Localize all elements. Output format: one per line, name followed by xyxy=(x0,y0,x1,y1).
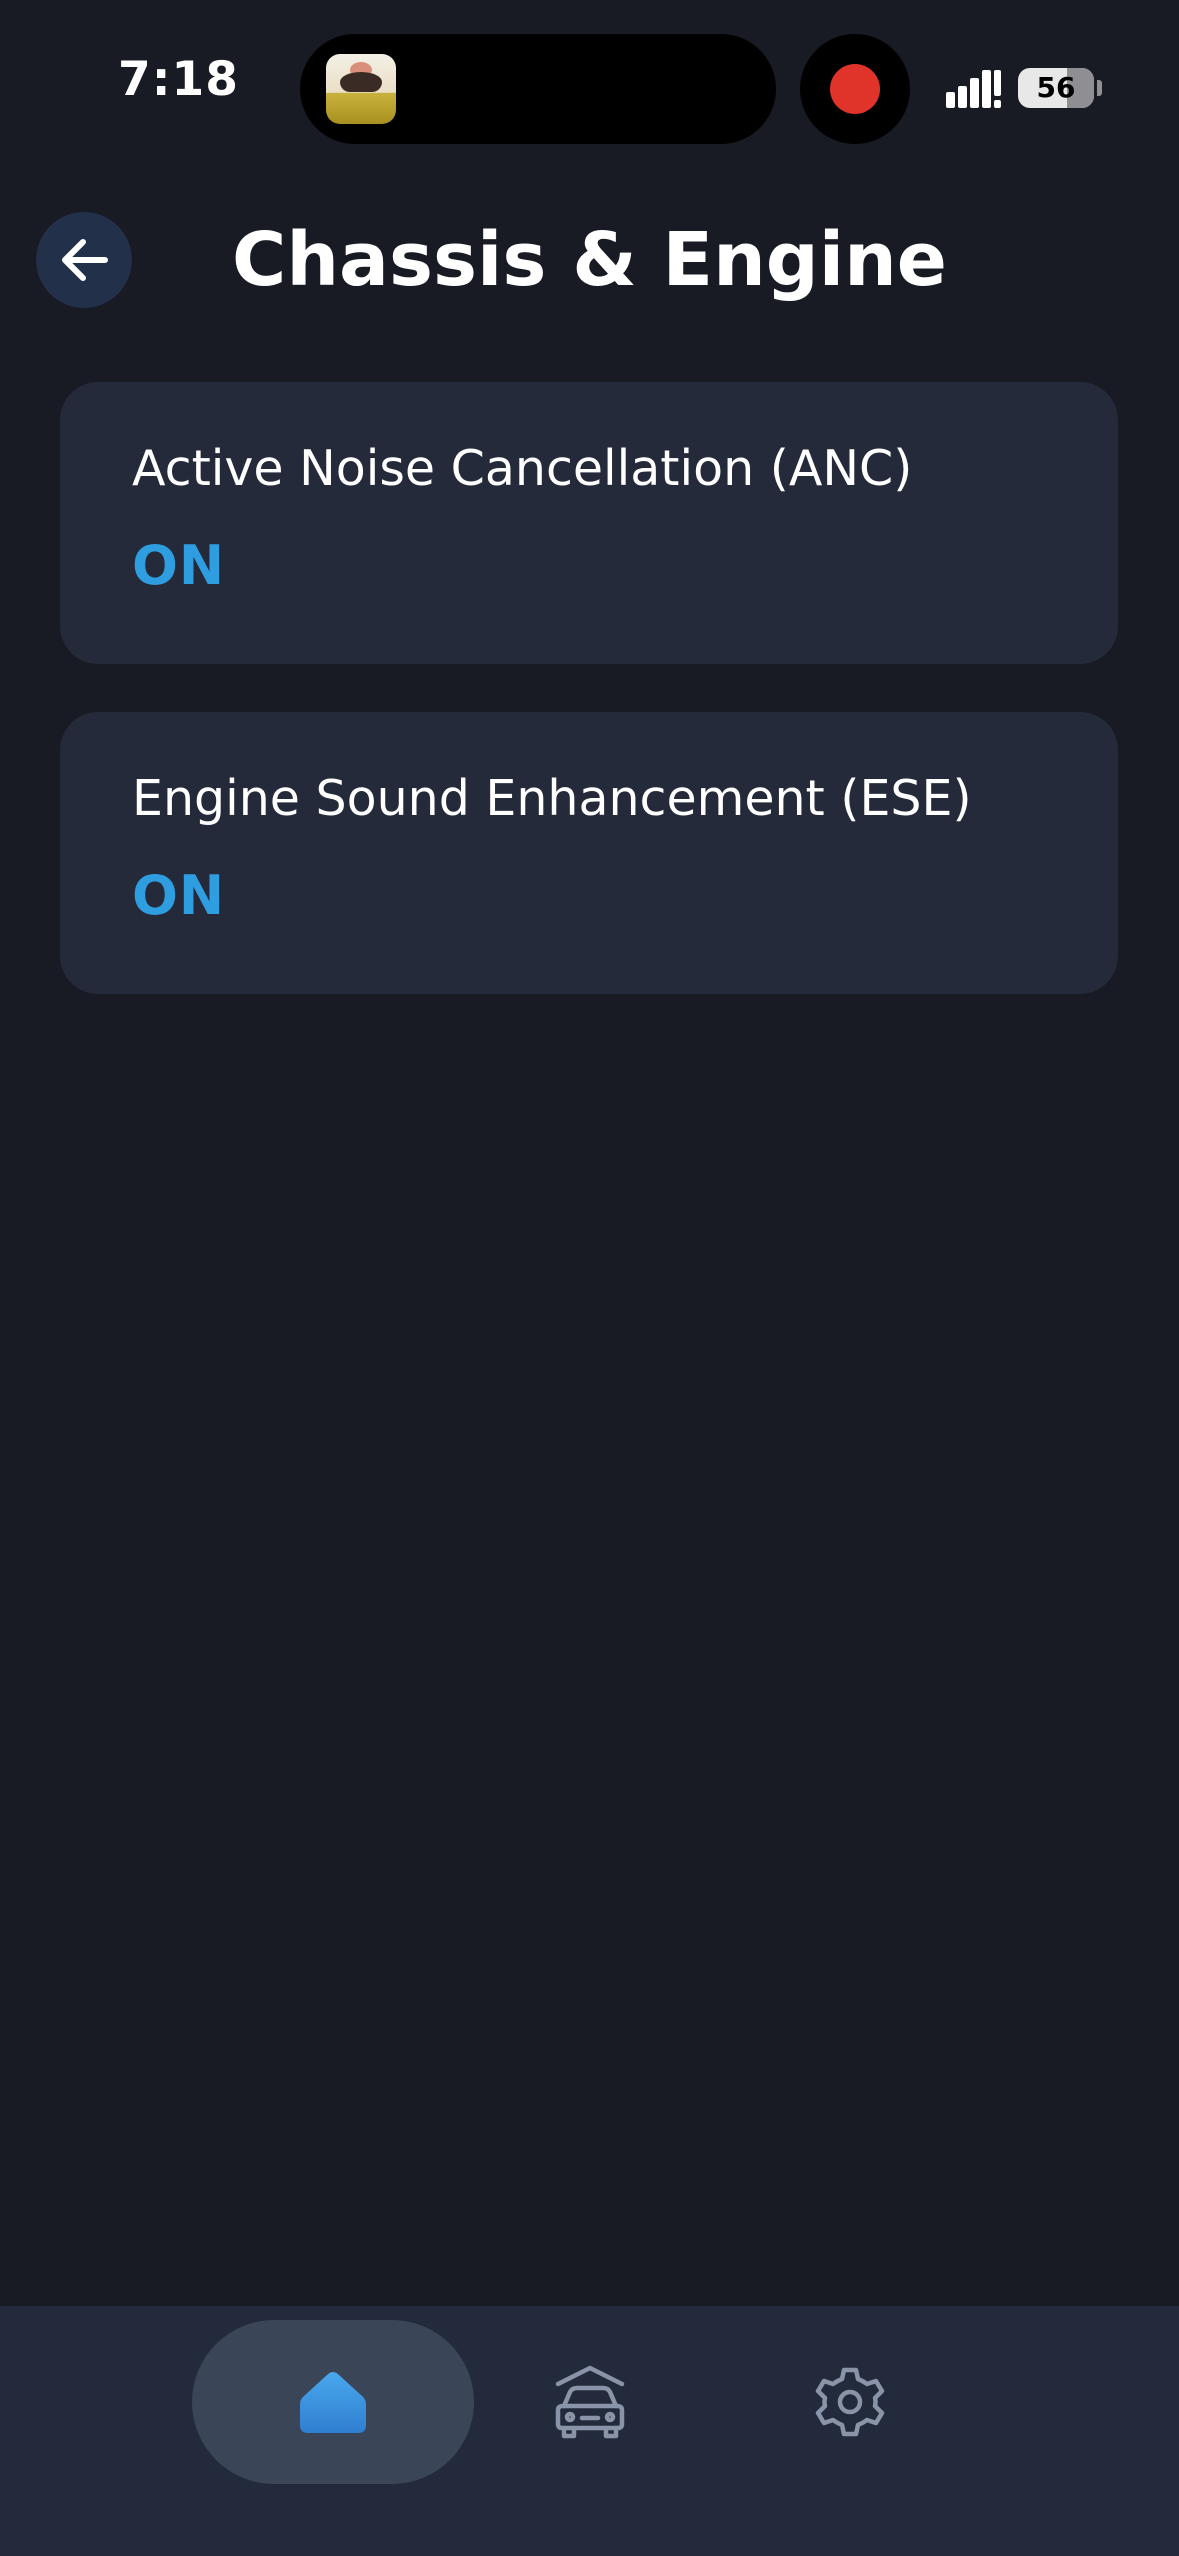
car-icon xyxy=(555,2365,625,2439)
live-activity-thumbnail xyxy=(326,54,396,124)
signal-bars-icon xyxy=(946,70,1001,108)
battery-tip xyxy=(1097,80,1102,96)
setting-label: Engine Sound Enhancement (ESE) xyxy=(132,770,972,827)
bottom-navigation-bar xyxy=(0,2306,1179,2556)
battery-percent: 56 xyxy=(1036,71,1076,104)
setting-status-value: ON xyxy=(132,864,226,927)
arrow-left-icon xyxy=(62,239,108,281)
setting-card-anc[interactable]: Active Noise Cancellation (ANC) ON xyxy=(60,382,1118,664)
page-title: Chassis & Engine xyxy=(232,217,947,303)
nav-settings-button[interactable] xyxy=(780,2320,920,2484)
setting-label: Active Noise Cancellation (ANC) xyxy=(132,440,913,497)
recording-dot-icon xyxy=(830,64,880,114)
screen-recording-indicator[interactable] xyxy=(800,34,910,144)
nav-vehicle-button[interactable] xyxy=(520,2320,660,2484)
status-time: 7:18 xyxy=(118,52,239,107)
home-icon xyxy=(300,2372,366,2433)
nav-home-button[interactable] xyxy=(192,2320,474,2484)
setting-status-value: ON xyxy=(132,534,226,597)
battery-icon: 56 xyxy=(1018,68,1094,108)
gear-icon xyxy=(815,2367,885,2437)
back-button[interactable] xyxy=(36,212,132,308)
setting-card-ese[interactable]: Engine Sound Enhancement (ESE) ON xyxy=(60,712,1118,994)
dynamic-island[interactable] xyxy=(300,34,776,144)
